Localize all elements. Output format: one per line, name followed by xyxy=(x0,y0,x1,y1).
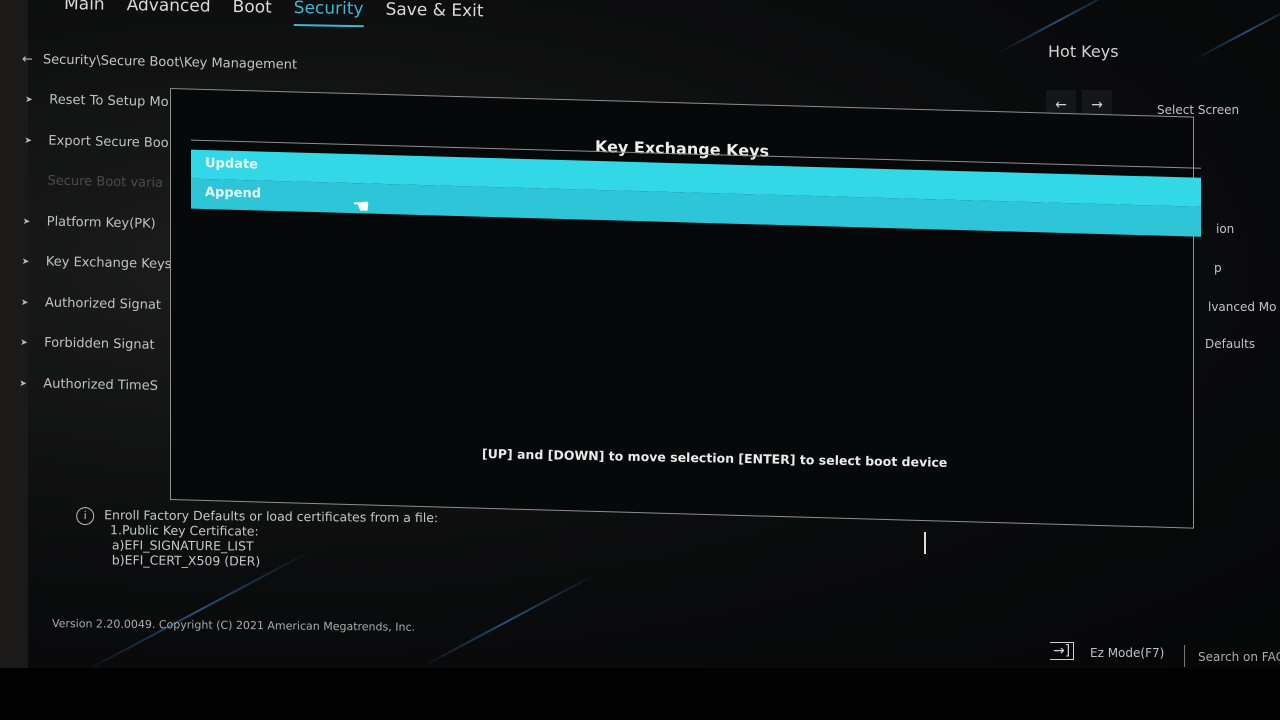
monitor-bottom xyxy=(0,668,1280,720)
chevron-right-icon: ➤ xyxy=(24,135,33,146)
background-streak xyxy=(1194,1,1280,61)
hotkey-label-partial: Defaults xyxy=(1205,337,1256,351)
background-streak xyxy=(419,573,597,669)
menu-item-secure-boot-variable: Secure Boot varia xyxy=(23,173,174,217)
menu-item-forbidden-signatures[interactable]: ➤ Forbidden Signat xyxy=(19,335,170,379)
menu-item-label: Authorized Signat xyxy=(44,294,162,313)
help-text: i Enroll Factory Defaults or load certif… xyxy=(76,507,439,570)
hand-cursor-icon: ☚ xyxy=(352,194,370,218)
tab-main[interactable]: Main xyxy=(64,0,105,23)
hot-keys-title: Hot Keys xyxy=(1048,42,1119,61)
ez-mode-button[interactable]: Ez Mode(F7) xyxy=(1090,646,1164,660)
menu-item-platform-key[interactable]: ➤ Platform Key(PK) xyxy=(22,214,173,258)
menu-item-reset-setup-mode[interactable]: ➤ Reset To Setup Mo xyxy=(25,92,176,136)
menu-item-label: Key Exchange Keys xyxy=(45,254,172,273)
text-caret xyxy=(924,532,926,554)
tab-security[interactable]: Security xyxy=(293,0,364,28)
select-screen-label: Select Screen xyxy=(1157,103,1240,117)
menu-item-label: Forbidden Signat xyxy=(43,335,155,353)
menu-item-label: Authorized TimeS xyxy=(43,375,159,394)
hotkey-label-partial: p xyxy=(1214,261,1222,275)
chevron-right-icon: ➤ xyxy=(20,337,28,349)
chevron-right-icon: ➤ xyxy=(25,95,33,106)
chevron-right-icon: ➤ xyxy=(19,378,27,389)
chevron-right-icon: ➤ xyxy=(20,297,29,308)
tab-advanced[interactable]: Advanced xyxy=(126,0,210,25)
menu-item-label: Reset To Setup Mo xyxy=(49,92,169,111)
hotkey-label-partial: lvanced Mo xyxy=(1208,300,1277,314)
back-arrow-icon[interactable]: ← xyxy=(22,52,33,67)
menu-item-key-exchange-keys[interactable]: ➤ Key Exchange Keys xyxy=(21,254,172,298)
tab-save-exit[interactable]: Save & Exit xyxy=(385,0,483,29)
search-faq-button[interactable]: Search on FAC xyxy=(1198,650,1280,664)
exit-mode-icon[interactable]: →] xyxy=(1050,642,1075,660)
info-icon: i xyxy=(76,507,95,526)
menu-item-label: Platform Key(PK) xyxy=(46,214,156,232)
footer-divider xyxy=(1184,645,1185,667)
chevron-right-icon: ➤ xyxy=(21,256,30,268)
chevron-right-icon: ➤ xyxy=(22,216,31,227)
tab-boot[interactable]: Boot xyxy=(232,0,271,26)
hotkey-label-partial: ion xyxy=(1216,222,1235,236)
menu-item-label: Secure Boot varia xyxy=(47,173,164,191)
menu-item-authorized-signatures[interactable]: ➤ Authorized Signat xyxy=(20,294,171,338)
menu-item-export-secure-boot[interactable]: ➤ Export Secure Boo xyxy=(24,133,175,177)
menu-item-authorized-timestamps[interactable]: ➤ Authorized TimeS xyxy=(19,375,170,419)
key-management-menu: ➤ Reset To Setup Mo ➤ Export Secure Boo Se… xyxy=(19,92,175,419)
menu-item-label: Export Secure Boo xyxy=(48,133,169,151)
help-line: b)EFI_CERT_X509 (DER) xyxy=(111,552,261,569)
